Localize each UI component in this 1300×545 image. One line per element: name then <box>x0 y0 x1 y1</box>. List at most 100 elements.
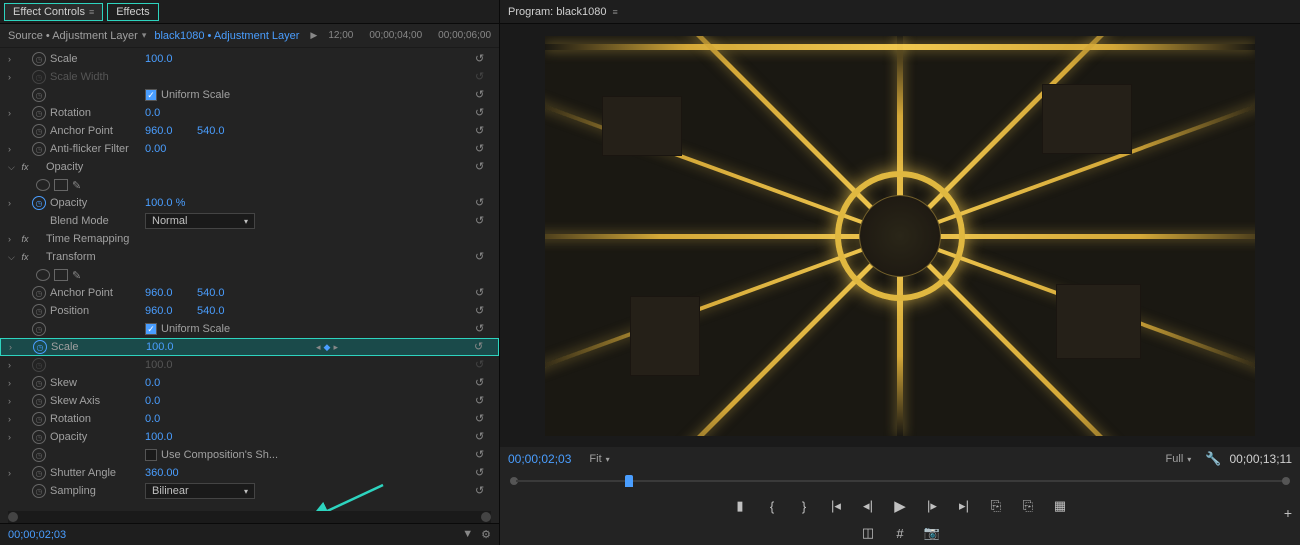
camera-icon[interactable]: 📷 <box>923 524 941 542</box>
source-link[interactable]: black1080 • Adjustment Layer <box>154 30 299 42</box>
prop-t-skew[interactable]: › ◷ Skew 0.0 ↺ <box>0 374 499 392</box>
stopwatch-icon[interactable]: ◷ <box>32 466 46 480</box>
prop-scale[interactable]: › ◷ Scale 100.0 ↺ <box>0 50 499 68</box>
reset-icon[interactable]: ↺ <box>475 304 491 318</box>
reset-icon[interactable]: ↺ <box>475 160 491 174</box>
ellipse-mask-icon[interactable] <box>36 269 50 281</box>
safe-margins-icon[interactable]: # <box>891 524 909 542</box>
reset-icon[interactable]: ↺ <box>475 196 491 210</box>
out-point-icon[interactable]: } <box>795 497 813 515</box>
prop-t-opacity[interactable]: › ◷ Opacity 100.0 ↺ <box>0 428 499 446</box>
stopwatch-icon[interactable]: ◷ <box>32 196 46 210</box>
prop-rotation[interactable]: › ◷ Rotation 0.0 ↺ <box>0 104 499 122</box>
filter-icon[interactable]: ▼ <box>462 528 473 541</box>
stopwatch-icon[interactable]: ◷ <box>32 142 46 156</box>
reset-icon[interactable]: ↺ <box>475 412 491 426</box>
checkbox[interactable] <box>145 449 157 461</box>
pen-icon[interactable]: ✎ <box>72 269 81 282</box>
prop-t-rotation[interactable]: › ◷ Rotation 0.0 ↺ <box>0 410 499 428</box>
reset-icon[interactable]: ↺ <box>475 484 491 498</box>
tab-effect-controls[interactable]: Effect Controls ≡ <box>4 3 103 21</box>
rect-mask-icon[interactable] <box>54 269 68 281</box>
twirl-icon[interactable]: ⌵ <box>8 162 18 173</box>
prop-anchor-point[interactable]: ◷ Anchor Point 960.0 540.0 ↺ <box>0 122 499 140</box>
go-to-in-icon[interactable]: |◂ <box>827 497 845 515</box>
fx-badge[interactable]: fx <box>18 233 32 245</box>
export-frame-icon[interactable]: ▦ <box>1051 497 1069 515</box>
prop-t-skew-axis[interactable]: › ◷ Skew Axis 0.0 ↺ <box>0 392 499 410</box>
prop-t-position[interactable]: ◷ Position 960.0 540.0 ↺ <box>0 302 499 320</box>
prop-shutter-angle[interactable]: › ◷ Shutter Angle 360.00 ↺ <box>0 464 499 482</box>
menu-icon[interactable]: ≡ <box>612 7 617 17</box>
ellipse-mask-icon[interactable] <box>36 179 50 191</box>
reset-icon[interactable]: ↺ <box>475 376 491 390</box>
reset-icon[interactable]: ↺ <box>475 250 491 264</box>
step-back-icon[interactable]: ◂| <box>859 497 877 515</box>
prop-uniform-scale[interactable]: ◷ Uniform Scale ↺ <box>0 86 499 104</box>
tab-effects[interactable]: Effects <box>107 3 158 21</box>
wrench-icon[interactable]: 🔧 <box>1205 451 1221 467</box>
menu-icon[interactable]: ≡ <box>89 7 94 17</box>
prop-opacity[interactable]: › ◷ Opacity 100.0 % ↺ <box>0 194 499 212</box>
stopwatch-icon[interactable]: ◷ <box>32 322 46 336</box>
section-opacity[interactable]: ⌵ fx Opacity ↺ <box>0 158 499 176</box>
reset-icon[interactable]: ↺ <box>475 88 491 102</box>
rect-mask-icon[interactable] <box>54 179 68 191</box>
marker-icon[interactable]: ▮ <box>731 497 749 515</box>
prop-blend-mode[interactable]: Blend Mode Normal▾ ↺ <box>0 212 499 230</box>
prop-t-uniform[interactable]: ◷ Uniform Scale ↺ <box>0 320 499 338</box>
prop-anti-flicker[interactable]: › ◷ Anti-flicker Filter 0.00 ↺ <box>0 140 499 158</box>
stopwatch-icon[interactable]: ◷ <box>32 484 46 498</box>
reset-icon[interactable]: ↺ <box>475 430 491 444</box>
stopwatch-icon[interactable]: ◷ <box>33 340 47 354</box>
stopwatch-icon[interactable]: ◷ <box>32 412 46 426</box>
blend-mode-dropdown[interactable]: Normal▾ <box>145 213 255 229</box>
reset-icon[interactable]: ↺ <box>475 394 491 408</box>
stopwatch-icon[interactable]: ◷ <box>32 430 46 444</box>
reset-icon[interactable]: ↺ <box>475 322 491 336</box>
in-point-icon[interactable]: { <box>763 497 781 515</box>
play-icon[interactable]: ▶ <box>891 497 909 515</box>
resolution-dropdown[interactable]: Full▾ <box>1160 452 1198 466</box>
twirl-icon[interactable]: › <box>8 54 18 64</box>
fx-badge[interactable]: fx <box>18 251 32 263</box>
program-tab[interactable]: Program: black1080 ≡ <box>508 6 618 18</box>
reset-icon[interactable]: ↺ <box>475 124 491 138</box>
prop-sampling[interactable]: ◷ Sampling Bilinear▾ ↺ <box>0 482 499 500</box>
prop-use-composition[interactable]: ◷ Use Composition's Sh... ↺ <box>0 446 499 464</box>
section-transform[interactable]: ⌵ fx Transform ↺ <box>0 248 499 266</box>
reset-icon[interactable]: ↺ <box>475 448 491 462</box>
footer-timecode[interactable]: 00;00;02;03 <box>8 529 66 541</box>
timeline-scrubber[interactable] <box>510 473 1290 489</box>
keyframe-nav[interactable]: ◂◆▸ <box>316 342 338 353</box>
settings-icon[interactable]: ⚙ <box>481 528 491 541</box>
reset-icon[interactable]: ↺ <box>475 142 491 156</box>
stopwatch-icon[interactable]: ◷ <box>32 52 46 66</box>
section-time-remapping[interactable]: › fx Time Remapping <box>0 230 499 248</box>
lift-icon[interactable]: ⎘ <box>987 497 1005 515</box>
stopwatch-icon[interactable]: ◷ <box>32 304 46 318</box>
current-timecode[interactable]: 00;00;02;03 <box>508 452 571 466</box>
checkbox[interactable] <box>145 323 157 335</box>
extract-icon[interactable]: ⎘ <box>1019 497 1037 515</box>
stopwatch-icon[interactable]: ◷ <box>32 88 46 102</box>
playhead[interactable] <box>625 475 633 487</box>
reset-icon[interactable]: ↺ <box>475 52 491 66</box>
prop-t-anchor[interactable]: ◷ Anchor Point 960.0 540.0 ↺ <box>0 284 499 302</box>
play-icon[interactable]: ▶ <box>310 30 317 41</box>
reset-icon[interactable]: ↺ <box>475 286 491 300</box>
sampling-dropdown[interactable]: Bilinear▾ <box>145 483 255 499</box>
step-forward-icon[interactable]: |▸ <box>923 497 941 515</box>
reset-icon[interactable]: ↺ <box>475 466 491 480</box>
checkbox[interactable] <box>145 89 157 101</box>
horizontal-scrollbar[interactable] <box>8 511 491 523</box>
add-button[interactable]: + <box>1284 505 1292 521</box>
stopwatch-icon[interactable]: ◷ <box>32 286 46 300</box>
stopwatch-icon[interactable]: ◷ <box>32 106 46 120</box>
chevron-down-icon[interactable]: ▾ <box>142 30 147 41</box>
zoom-fit-dropdown[interactable]: Fit▾ <box>583 452 615 466</box>
fx-badge[interactable]: fx <box>18 161 32 173</box>
video-preview[interactable] <box>545 36 1255 436</box>
stopwatch-icon[interactable]: ◷ <box>32 448 46 462</box>
stopwatch-icon[interactable]: ◷ <box>32 124 46 138</box>
